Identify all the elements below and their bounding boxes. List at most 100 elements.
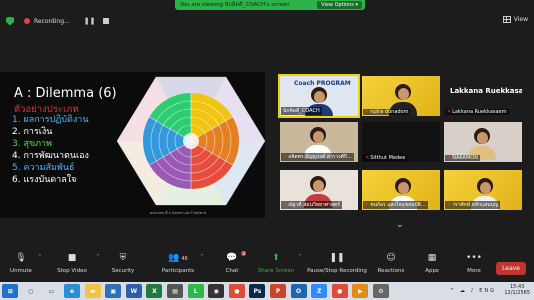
participant-name: ✕rujira donadom xyxy=(363,109,411,115)
zoom-icon[interactable]: Z xyxy=(311,284,328,298)
video-tile[interactable]: ✕NAKAMON xyxy=(444,122,522,162)
line-icon[interactable]: L xyxy=(187,284,204,298)
meeting-toolbar: 🎙 Unmute ^ ■ Stop Video ^ ⛨ Security 👥 46… xyxy=(0,251,534,282)
smiley-icon: ☺ xyxy=(386,253,396,263)
muted-mic-icon: ✕ xyxy=(447,202,452,208)
clock[interactable]: 15:43 12/1/2565 xyxy=(504,284,530,296)
chevron-up-icon[interactable]: ^ xyxy=(38,254,42,260)
unmute-label: Unmute xyxy=(10,268,32,274)
media-icon[interactable]: ▶ xyxy=(352,284,369,298)
muted-mic-icon: ✕ xyxy=(283,154,288,160)
security-button[interactable]: ⛨ Security xyxy=(108,253,138,274)
camera-icon[interactable]: ◉ xyxy=(208,284,225,298)
video-tile[interactable]: ✕ชนก์อร แสงใจมุขสมบัติ... xyxy=(362,170,440,210)
participant-big-name: Lakkana Ruekkasa... xyxy=(450,87,522,95)
chevron-up-icon[interactable]: ^ xyxy=(200,254,204,260)
photoshop-icon[interactable]: Ps xyxy=(249,284,266,298)
gallery-next-chevron-icon[interactable]: ⌄ xyxy=(396,220,404,230)
chevron-up-icon[interactable]: ^ xyxy=(96,254,100,260)
word-icon[interactable]: W xyxy=(125,284,142,298)
participant-face xyxy=(314,91,325,103)
pause-stop-recording-button[interactable]: ❚❚ Pause/Stop Recording xyxy=(306,253,368,274)
security-label: Security xyxy=(111,268,135,274)
slide-item: 6. แรงบันดาลใจ xyxy=(12,175,77,185)
participant-name: ✕Sitthut Medee xyxy=(363,155,408,161)
muted-mic-icon: ✕ xyxy=(447,155,452,161)
more-dots-icon: ••• xyxy=(466,253,482,263)
slide-item: 2. การเงิน xyxy=(12,127,53,137)
participant-name: ✕ลลิตพร ธัญญวงค์ สารวงศ์กี... xyxy=(281,153,354,161)
recording-dot-icon xyxy=(24,18,30,24)
slide-title: A : Dilemma (6) xyxy=(14,86,117,101)
slide-credit: pictures ที่ a Game Lab Thailand xyxy=(150,211,206,215)
video-camera-icon: ■ xyxy=(67,253,77,263)
chat-bubble-icon: 💬 xyxy=(226,253,238,263)
video-overlay-text: Coach PROGRAM xyxy=(294,80,351,87)
muted-mic-icon: ✕ xyxy=(283,202,288,208)
grid-view-icon xyxy=(502,16,511,23)
chrome2-icon[interactable]: ● xyxy=(331,284,348,298)
video-tile[interactable]: ✕rujira donadom xyxy=(362,76,440,116)
video-tile[interactable]: ✕วราศักษ์ หลักแสนบุญ xyxy=(444,170,522,210)
video-tile[interactable]: ✕Sitthut Medee xyxy=(362,122,440,162)
participants-button[interactable]: 👥 46 Participants ^ xyxy=(158,253,204,274)
meeting-topbar: Recording... ❚❚ View xyxy=(0,10,534,32)
excel-icon[interactable]: X xyxy=(146,284,163,298)
edge-icon[interactable]: e xyxy=(64,284,81,298)
search-icon[interactable]: ○ xyxy=(23,284,39,298)
outlook-icon[interactable]: O xyxy=(290,284,307,298)
store-icon[interactable]: ▣ xyxy=(105,284,122,298)
participant-face xyxy=(477,132,488,144)
apps-button[interactable]: ▦ Apps xyxy=(422,253,442,274)
chevron-up-icon[interactable]: ^ xyxy=(298,254,302,260)
chrome-icon[interactable]: ● xyxy=(228,284,245,298)
banner-text: You are viewing นักคิดดี_COACH's screen xyxy=(180,2,290,8)
calculator-icon[interactable]: ▤ xyxy=(167,284,184,298)
more-label: More xyxy=(467,268,481,274)
security-shield-icon[interactable] xyxy=(6,16,14,26)
participant-face xyxy=(313,131,324,143)
slide-item: 3. สุขภาพ xyxy=(12,139,53,149)
chat-label: Chat xyxy=(225,268,239,274)
muted-mic-icon: ✕ xyxy=(365,109,370,115)
stop-video-button[interactable]: ■ Stop Video ^ xyxy=(50,253,100,274)
windows-taskbar: ⊞ ○ ▭ e ▬ ▣ W X ▤ L ◉ ● Ps P O Z ● ▶ ⚙ ^… xyxy=(0,282,534,300)
participant-name: ✕วราศักษ์ หลักแสนบุญ xyxy=(445,201,501,209)
share-screen-button[interactable]: ⬆ Share Screen ^ xyxy=(256,253,302,274)
participants-icon: 👥 46 xyxy=(168,253,188,263)
view-button[interactable]: View xyxy=(502,16,528,23)
system-tray-icons[interactable]: ^ ☁ ♪ ENG xyxy=(450,288,496,294)
participant-face xyxy=(398,182,409,194)
participant-name: ✕ณัฐวดี สมนวิทยาศาสตร์ xyxy=(281,201,342,209)
reactions-label: Reactions xyxy=(377,268,405,274)
leave-button[interactable]: Leave xyxy=(496,262,526,275)
chat-button[interactable]: 💬 3 Chat xyxy=(222,251,246,274)
unmute-button[interactable]: 🎙 Unmute ^ xyxy=(6,253,42,274)
video-tile[interactable]: ✕ณัฐวดี สมนวิทยาศาสตร์ xyxy=(280,170,358,210)
view-options-button[interactable]: View Options ▾ xyxy=(317,1,362,9)
stop-video-label: Stop Video xyxy=(57,268,87,274)
powerpoint-icon[interactable]: P xyxy=(270,284,287,298)
zoom-window: You are viewing นักคิดดี_COACH's screen … xyxy=(0,0,534,300)
participant-name: นักคิดดี_COACH xyxy=(281,107,322,115)
participant-face xyxy=(480,182,491,194)
video-tile[interactable]: Lakkana Ruekkasa... ✕Lakkana Ruekkasaem xyxy=(444,76,522,116)
stop-recording-icon[interactable] xyxy=(103,18,110,24)
pause-recording-icon[interactable]: ❚❚ xyxy=(84,17,96,25)
muted-mic-icon: ✕ xyxy=(365,202,370,208)
record-label: Pause/Stop Recording xyxy=(307,268,367,274)
explorer-icon[interactable]: ▬ xyxy=(84,284,101,298)
video-tile[interactable]: ✕ลลิตพร ธัญญวงค์ สารวงศ์กี... xyxy=(280,122,358,162)
participants-count: 46 xyxy=(181,256,188,262)
participant-name: ✕ชนก์อร แสงใจมุขสมบัติ... xyxy=(363,201,428,209)
more-button[interactable]: ••• More xyxy=(464,253,484,274)
clock-date: 12/1/2565 xyxy=(504,290,530,296)
language-indicator: ENG xyxy=(479,288,496,294)
reactions-button[interactable]: ☺ Reactions xyxy=(376,253,406,274)
participant-name: ✕Lakkana Ruekkasaem xyxy=(445,109,509,115)
settings-icon[interactable]: ⚙ xyxy=(372,284,389,298)
start-windows-icon[interactable]: ⊞ xyxy=(2,284,19,298)
share-screen-icon: ⬆ xyxy=(272,253,280,263)
task-view-icon[interactable]: ▭ xyxy=(43,284,59,298)
video-tile[interactable]: Coach PROGRAM นักคิดดี_COACH xyxy=(278,74,360,118)
